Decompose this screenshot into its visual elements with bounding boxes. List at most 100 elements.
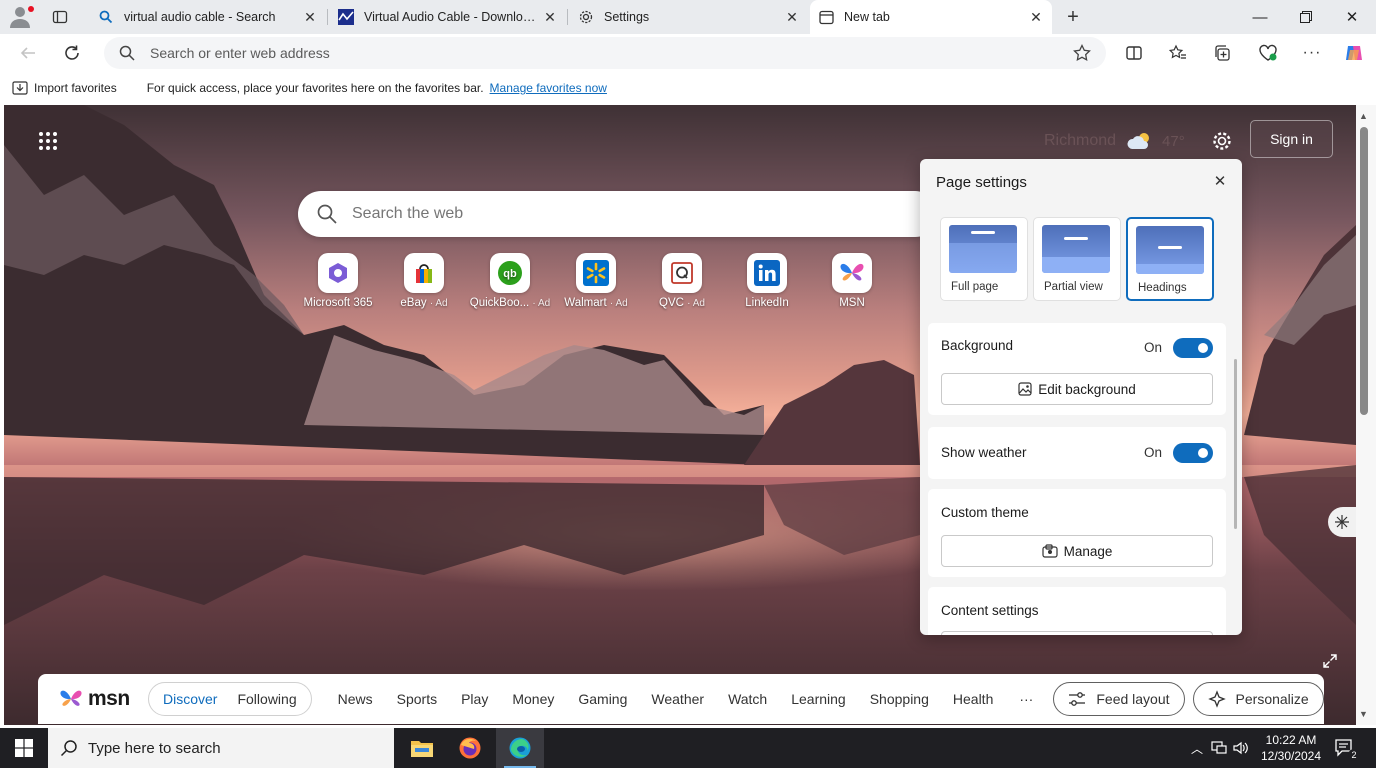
scrollbar-thumb[interactable] (1360, 127, 1368, 415)
favorite-star-icon[interactable] (1072, 43, 1092, 63)
import-favorites-button[interactable]: Import favorites (12, 81, 117, 95)
close-icon[interactable]: ✕ (784, 9, 800, 25)
quick-link-qvc[interactable]: QVC · Ad (639, 253, 725, 309)
weather-state: On (1144, 445, 1163, 460)
page-scrollbar[interactable]: ▲ ▼ (1356, 105, 1376, 725)
msn-logo[interactable]: msn (58, 687, 138, 711)
nav-play[interactable]: Play (461, 691, 488, 707)
layout-full-page[interactable]: Full page (940, 217, 1028, 301)
scroll-down-icon[interactable]: ▼ (1359, 709, 1368, 719)
tab-following[interactable]: Following (227, 691, 306, 707)
taskbar-search-input[interactable] (88, 739, 368, 757)
minimize-button[interactable]: — (1246, 4, 1274, 30)
address-input[interactable] (150, 37, 1030, 69)
restore-icon (1300, 11, 1312, 23)
feed-layout-button[interactable]: Feed layout (1053, 682, 1185, 716)
split-screen-button[interactable] (1120, 39, 1148, 67)
nav-learning[interactable]: Learning (791, 691, 846, 707)
nav-weather[interactable]: Weather (651, 691, 704, 707)
nav-shopping[interactable]: Shopping (870, 691, 929, 707)
copilot-button[interactable] (1340, 39, 1368, 67)
background-toggle[interactable] (1173, 338, 1213, 358)
firefox-icon (459, 737, 481, 759)
tab-new-tab[interactable]: New tab ✕ (810, 0, 1052, 34)
browser-essentials-button[interactable] (1254, 39, 1282, 67)
quick-link-microsoft-365[interactable]: Microsoft 365 (295, 253, 381, 309)
more-nav-button[interactable]: ··· (1019, 691, 1033, 707)
volume-icon[interactable] (1230, 728, 1252, 768)
notification-count: 2 (1348, 749, 1360, 761)
refresh-button[interactable] (58, 39, 86, 67)
personalize-button[interactable]: Personalize (1192, 682, 1324, 716)
restore-button[interactable] (1292, 4, 1320, 30)
customize-floating-button[interactable] (1328, 507, 1356, 537)
network-icon[interactable] (1208, 728, 1230, 768)
content-settings-label: Content settings (941, 603, 1039, 618)
layout-thumbnail (1042, 225, 1110, 273)
quick-link-label: eBay (400, 297, 427, 309)
edit-background-button[interactable]: Edit background (941, 373, 1213, 405)
address-bar[interactable] (104, 37, 1106, 69)
edge-app[interactable] (496, 728, 544, 768)
manage-label: Manage (1063, 543, 1113, 559)
content-settings-dropdown[interactable] (941, 631, 1213, 635)
close-icon[interactable]: ✕ (302, 9, 318, 25)
manage-favorites-link[interactable]: Manage favorites now (490, 81, 607, 95)
quick-link-walmart[interactable]: Walmart · Ad (553, 253, 639, 309)
chevron-up-icon[interactable]: ︿ (1186, 728, 1208, 768)
taskbar-search[interactable] (48, 728, 394, 768)
file-explorer-app[interactable] (398, 728, 446, 768)
collections-button[interactable] (1208, 39, 1236, 67)
nav-sports[interactable]: Sports (397, 691, 437, 707)
new-tab-button[interactable]: + (1060, 5, 1086, 29)
close-icon[interactable]: ✕ (542, 9, 558, 25)
favorites-button[interactable] (1164, 39, 1192, 67)
web-search-box[interactable] (298, 191, 938, 237)
nav-gaming[interactable]: Gaming (578, 691, 627, 707)
favorites-message: For quick access, place your favorites h… (146, 81, 484, 95)
web-search-input[interactable] (352, 205, 872, 223)
quick-link-quickbooks[interactable]: qb QuickBoo... · Ad (467, 253, 553, 309)
weather-widget[interactable]: Richmond 47° (1044, 127, 1185, 155)
manage-theme-button[interactable]: Manage (941, 535, 1213, 567)
firefox-app[interactable] (446, 728, 494, 768)
tab-actions-button[interactable] (46, 5, 74, 29)
notifications-button[interactable]: 2 (1330, 734, 1360, 762)
tab-strip: virtual audio cable - Search ✕ Virtual A… (0, 0, 1376, 34)
tab-vac-downloads[interactable]: Virtual Audio Cable - Downloads ✕ (330, 3, 566, 31)
nav-news[interactable]: News (338, 691, 373, 707)
quick-link-label: Walmart (564, 297, 607, 309)
scroll-up-icon[interactable]: ▲ (1359, 111, 1368, 121)
show-weather-toggle[interactable] (1173, 443, 1213, 463)
copilot-icon (1346, 46, 1362, 60)
back-button[interactable] (14, 39, 42, 67)
tab-label: virtual audio cable - Search (124, 10, 276, 24)
close-icon: ✕ (1345, 9, 1359, 26)
profile-avatar[interactable] (8, 4, 36, 30)
taskbar-clock[interactable]: 10:22 AM 12/30/2024 (1256, 732, 1326, 764)
close-panel-button[interactable]: ✕ (1208, 169, 1232, 193)
quick-link-linkedin[interactable]: LinkedIn (724, 253, 810, 309)
nav-health[interactable]: Health (953, 691, 993, 707)
layout-partial-view[interactable]: Partial view (1033, 217, 1121, 301)
nav-watch[interactable]: Watch (728, 691, 767, 707)
close-icon[interactable]: ✕ (1028, 9, 1044, 25)
tab-settings[interactable]: Settings ✕ (570, 3, 808, 31)
sign-in-button[interactable]: Sign in (1250, 120, 1333, 158)
tab-search[interactable]: virtual audio cable - Search ✕ (90, 3, 326, 31)
tab-discover[interactable]: Discover (153, 691, 227, 707)
nav-money[interactable]: Money (512, 691, 554, 707)
expand-button[interactable] (1320, 651, 1340, 671)
theme-icon (1041, 544, 1058, 558)
settings-more-button[interactable]: ··· (1298, 39, 1326, 67)
panel-scrollbar[interactable] (1234, 359, 1237, 529)
show-weather-label: Show weather (941, 445, 1027, 460)
layout-headings[interactable]: Headings (1126, 217, 1214, 301)
start-button[interactable] (0, 728, 48, 768)
quick-link-msn[interactable]: MSN (809, 253, 895, 309)
weather-section: Show weather On (928, 427, 1226, 479)
apps-launcher-button[interactable] (34, 127, 62, 155)
close-window-button[interactable]: ✕ (1338, 4, 1366, 30)
quick-link-ebay[interactable]: eBay · Ad (381, 253, 467, 309)
page-settings-button[interactable] (1206, 125, 1238, 157)
